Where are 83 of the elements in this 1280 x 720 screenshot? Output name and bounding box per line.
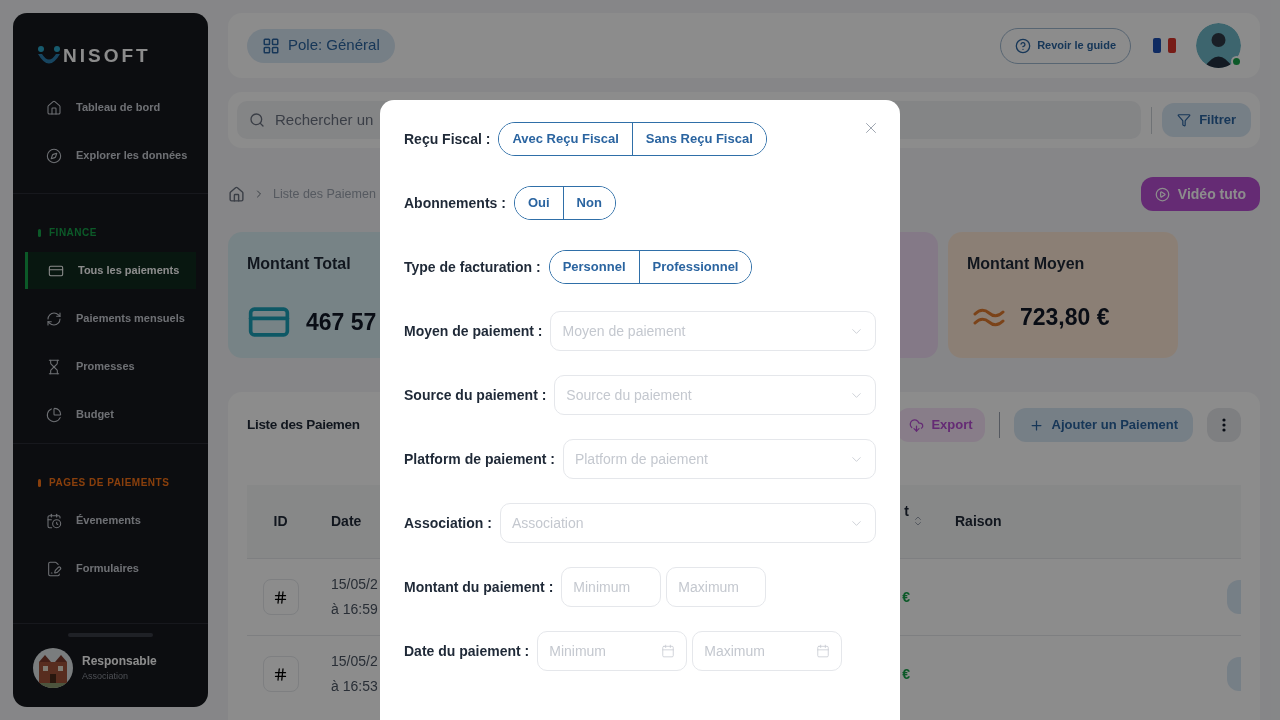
id-button[interactable] bbox=[262, 656, 299, 692]
stat-title: Montant Moyen bbox=[967, 254, 1085, 274]
compass-icon bbox=[46, 147, 62, 164]
pie-chart-icon bbox=[46, 406, 62, 423]
date-placeholder: Maximum bbox=[704, 641, 765, 661]
sidebar-item[interactable]: Formulaires bbox=[25, 550, 196, 587]
wavy-lines-icon bbox=[973, 306, 1005, 329]
sidebar-item[interactable]: Promesses bbox=[25, 348, 196, 385]
amount-input[interactable]: Minimum bbox=[561, 567, 662, 607]
column-header[interactable]: t bbox=[904, 501, 909, 522]
section-heading: PAGES DE PAIEMENTS bbox=[49, 476, 170, 490]
more-icon bbox=[1222, 418, 1226, 432]
date-placeholder: Minimum bbox=[549, 641, 607, 661]
segment-option[interactable]: Professionnel bbox=[638, 251, 752, 283]
amount-text: € bbox=[902, 664, 910, 684]
date-text: 15/05/2 bbox=[331, 575, 378, 594]
select-placeholder: Association bbox=[511, 513, 584, 533]
column-header[interactable]: Raison bbox=[955, 511, 1002, 532]
hash-icon bbox=[273, 589, 288, 605]
user-name: Responsable bbox=[82, 653, 157, 671]
avatar[interactable] bbox=[1196, 23, 1241, 68]
calendar-clock-icon bbox=[46, 512, 62, 529]
logo-text: NISOFT bbox=[63, 43, 151, 68]
filter-label: Moyen de paiement : bbox=[404, 321, 543, 341]
flag-icon[interactable] bbox=[1153, 38, 1176, 53]
export-button[interactable]: Export bbox=[897, 408, 985, 442]
search-placeholder: Rechercher un bbox=[275, 109, 374, 130]
grid-icon bbox=[262, 36, 280, 55]
card-title: Liste des Paiemen bbox=[247, 415, 360, 434]
amount-input[interactable]: Maximum bbox=[666, 567, 767, 607]
sort-icon bbox=[912, 515, 924, 527]
segment-option[interactable]: Sans Reçu Fiscal bbox=[631, 123, 766, 155]
select-placeholder: Platform de paiement bbox=[574, 449, 708, 469]
id-button[interactable] bbox=[262, 579, 299, 615]
sidebar-item[interactable]: Évenements bbox=[25, 502, 196, 539]
stat-title: Montant Total bbox=[247, 254, 351, 274]
search-icon bbox=[249, 112, 265, 128]
video-tutorial-button[interactable]: Vidéo tuto bbox=[1140, 177, 1260, 211]
select-placeholder: Source du paiement bbox=[566, 385, 692, 405]
hash-icon bbox=[273, 666, 288, 682]
stat-value: 723,80 € bbox=[1020, 303, 1110, 332]
segment-option[interactable]: Non bbox=[562, 187, 615, 219]
filter-button[interactable]: Filtrer bbox=[1162, 103, 1251, 137]
refresh-icon bbox=[46, 310, 62, 327]
hourglass-icon bbox=[46, 358, 62, 375]
filter-label: Reçu Fiscal : bbox=[404, 129, 491, 149]
filter-label: Source du paiement : bbox=[404, 385, 547, 405]
time-text: à 16:53 bbox=[331, 677, 378, 696]
sidebar-item[interactable]: Explorer les données bbox=[25, 137, 196, 174]
filter-label: Abonnements : bbox=[404, 193, 506, 213]
add-payment-button[interactable]: Ajouter un Paiement bbox=[1013, 408, 1193, 442]
column-header[interactable]: Date bbox=[331, 511, 362, 532]
sidebar-item[interactable]: Tous les paiements bbox=[25, 252, 196, 289]
more-button[interactable] bbox=[1207, 408, 1241, 442]
sidebar-item[interactable]: Paiements mensuels bbox=[25, 300, 196, 337]
cloud-download-icon bbox=[909, 417, 925, 433]
filter-label: Date du paiement : bbox=[404, 641, 530, 661]
pole-button[interactable]: Pole: Général bbox=[247, 28, 395, 63]
section-marker bbox=[38, 228, 41, 237]
calendar-icon bbox=[816, 644, 831, 658]
user-role: Association bbox=[82, 670, 130, 684]
filter-label: Platform de paiement : bbox=[404, 449, 555, 469]
home-icon bbox=[46, 99, 62, 116]
filter-label: Association : bbox=[404, 513, 492, 533]
document-pen-icon bbox=[46, 560, 62, 577]
filter-icon bbox=[1177, 113, 1192, 127]
help-icon bbox=[1015, 37, 1032, 54]
select-placeholder: Moyen de paiement bbox=[562, 321, 686, 341]
time-text: à 16:59 bbox=[331, 600, 378, 619]
calendar-icon bbox=[661, 644, 676, 658]
stat-value: 467 57 bbox=[306, 307, 377, 337]
filter-label: Type de facturation : bbox=[404, 257, 541, 277]
date-text: 15/05/2 bbox=[331, 652, 378, 671]
column-header[interactable]: ID bbox=[273, 511, 288, 532]
home-icon[interactable] bbox=[228, 185, 245, 203]
section-marker bbox=[38, 478, 41, 487]
sidebar-item[interactable]: Budget bbox=[25, 396, 196, 433]
plus-icon bbox=[1028, 417, 1044, 433]
filter-label: Montant du paiement : bbox=[404, 577, 554, 597]
play-icon bbox=[1154, 186, 1170, 202]
amount-text: € bbox=[902, 587, 910, 607]
sidebar-item[interactable]: Tableau de bord bbox=[25, 89, 196, 126]
section-heading: FINANCE bbox=[49, 226, 97, 240]
